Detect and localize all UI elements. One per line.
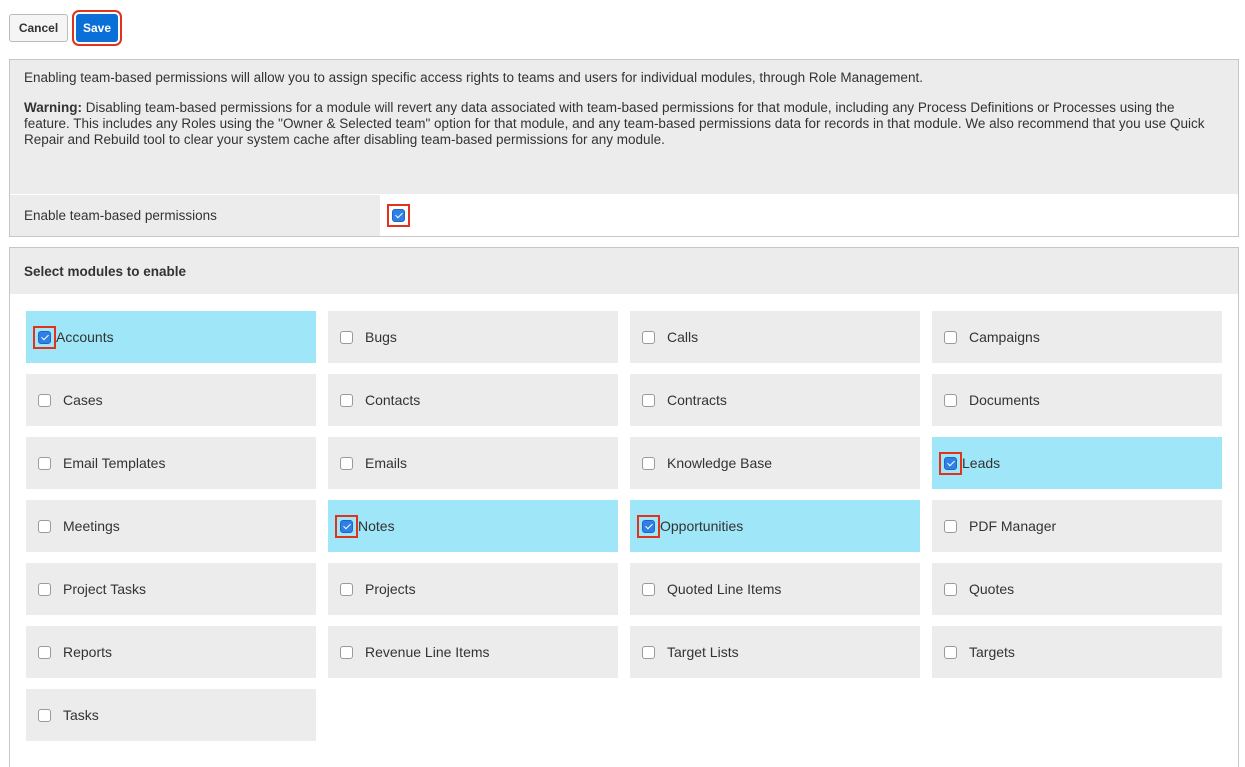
module-label: Project Tasks: [63, 581, 146, 597]
module-checkbox[interactable]: [642, 645, 655, 659]
module-label: Contacts: [365, 392, 421, 408]
module-label: PDF Manager: [969, 518, 1057, 534]
module-label: Quoted Line Items: [667, 581, 782, 597]
module-label: Notes: [358, 518, 395, 534]
module-label: Emails: [365, 455, 408, 471]
intro-text: Enabling team-based permissions will all…: [24, 70, 923, 85]
enable-team-permissions-label: Enable team-based permissions: [10, 194, 380, 236]
module-label: Bugs: [365, 329, 397, 345]
module-tile-meetings[interactable]: Meetings: [26, 500, 316, 552]
module-tile-reports[interactable]: Reports: [26, 626, 316, 678]
module-tile-project-tasks[interactable]: Project Tasks: [26, 563, 316, 615]
info-panel: Enabling team-based permissions will all…: [9, 59, 1239, 237]
module-tile-quoted-line-items[interactable]: Quoted Line Items: [630, 563, 920, 615]
module-tile-quotes[interactable]: Quotes: [932, 563, 1222, 615]
module-tile-accounts[interactable]: Accounts: [26, 311, 316, 363]
module-tile-target-lists[interactable]: Target Lists: [630, 626, 920, 678]
enable-team-permissions-checkbox[interactable]: [392, 209, 405, 222]
module-checkbox[interactable]: [642, 519, 655, 533]
module-label: Projects: [365, 581, 416, 597]
module-checkbox[interactable]: [944, 330, 957, 344]
module-label: Leads: [962, 455, 1001, 471]
module-checkbox[interactable]: [340, 393, 353, 407]
enable-team-permissions-row: Enable team-based permissions: [10, 194, 1238, 237]
module-label: Campaigns: [969, 329, 1040, 345]
module-tile-opportunities[interactable]: Opportunities: [630, 500, 920, 552]
module-checkbox[interactable]: [38, 393, 51, 407]
module-label: Targets: [969, 644, 1015, 660]
module-label: Quotes: [969, 581, 1015, 597]
module-checkbox[interactable]: [340, 519, 353, 533]
warning-paragraph: Warning: Disabling team-based permission…: [24, 100, 1224, 148]
module-tile-calls[interactable]: Calls: [630, 311, 920, 363]
module-tile-cases[interactable]: Cases: [26, 374, 316, 426]
module-label: Cases: [63, 392, 103, 408]
module-label: Revenue Line Items: [365, 644, 490, 660]
module-checkbox[interactable]: [642, 456, 655, 470]
module-tile-bugs[interactable]: Bugs: [328, 311, 618, 363]
module-checkbox[interactable]: [340, 582, 353, 596]
warning-label: Warning:: [24, 100, 82, 115]
module-checkbox[interactable]: [340, 645, 353, 659]
module-checkbox[interactable]: [944, 456, 957, 470]
cancel-button[interactable]: Cancel: [9, 14, 68, 42]
module-tile-pdf-manager[interactable]: PDF Manager: [932, 500, 1222, 552]
module-checkbox[interactable]: [38, 456, 51, 470]
module-label: Contracts: [667, 392, 727, 408]
info-text-area: Enabling team-based permissions will all…: [10, 60, 1238, 194]
module-checkbox[interactable]: [944, 393, 957, 407]
module-tile-contacts[interactable]: Contacts: [328, 374, 618, 426]
module-checkbox[interactable]: [38, 708, 51, 722]
module-checkbox[interactable]: [340, 456, 353, 470]
module-checkbox[interactable]: [38, 645, 51, 659]
module-tile-documents[interactable]: Documents: [932, 374, 1222, 426]
module-checkbox[interactable]: [38, 582, 51, 596]
module-tile-leads[interactable]: Leads: [932, 437, 1222, 489]
modules-header: Select modules to enable: [10, 248, 1238, 294]
module-label: Knowledge Base: [667, 455, 773, 471]
module-label: Reports: [63, 644, 113, 660]
module-checkbox[interactable]: [944, 645, 957, 659]
module-checkbox[interactable]: [642, 393, 655, 407]
module-tile-notes[interactable]: Notes: [328, 500, 618, 552]
toolbar: Cancel Save: [9, 10, 122, 46]
module-tile-revenue-line-items[interactable]: Revenue Line Items: [328, 626, 618, 678]
module-checkbox[interactable]: [642, 330, 655, 344]
module-tile-projects[interactable]: Projects: [328, 563, 618, 615]
module-label: Opportunities: [660, 518, 744, 534]
module-tile-emails[interactable]: Emails: [328, 437, 618, 489]
module-checkbox[interactable]: [944, 519, 957, 533]
module-label: Tasks: [63, 707, 99, 723]
module-label: Accounts: [56, 329, 114, 345]
module-tile-contracts[interactable]: Contracts: [630, 374, 920, 426]
warning-text: Disabling team-based permissions for a m…: [24, 100, 1205, 147]
module-label: Documents: [969, 392, 1040, 408]
module-checkbox[interactable]: [944, 582, 957, 596]
module-tile-targets[interactable]: Targets: [932, 626, 1222, 678]
module-checkbox[interactable]: [38, 330, 51, 344]
module-tile-tasks[interactable]: Tasks: [26, 689, 316, 741]
module-checkbox[interactable]: [340, 330, 353, 344]
module-checkbox[interactable]: [642, 582, 655, 596]
save-button[interactable]: Save: [72, 10, 122, 46]
module-grid: Accounts Bugs Calls Campaigns Cases Contacts C…: [26, 311, 1222, 741]
module-label: Email Templates: [63, 455, 166, 471]
module-tile-campaigns[interactable]: Campaigns: [932, 311, 1222, 363]
module-label: Target Lists: [667, 644, 739, 660]
modules-panel: Select modules to enable Accounts Bugs Cal…: [9, 247, 1239, 767]
module-tile-knowledge-base[interactable]: Knowledge Base: [630, 437, 920, 489]
module-label: Meetings: [63, 518, 120, 534]
module-label: Calls: [667, 329, 699, 345]
module-tile-email-templates[interactable]: Email Templates: [26, 437, 316, 489]
module-checkbox[interactable]: [38, 519, 51, 533]
